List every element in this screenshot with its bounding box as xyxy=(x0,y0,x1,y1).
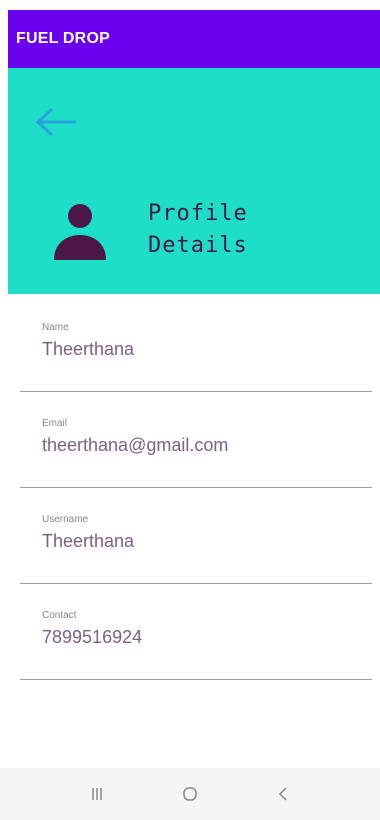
name-label: Name xyxy=(42,322,69,333)
profile-title: Profile Details xyxy=(148,201,248,258)
back-button[interactable] xyxy=(34,102,90,142)
username-label: Username xyxy=(42,514,89,525)
system-back-button[interactable] xyxy=(253,774,313,814)
email-label: Email xyxy=(42,418,68,429)
profile-screen: FUEL DROP Profile Details Name Theerthan… xyxy=(0,0,380,820)
home-button[interactable] xyxy=(160,774,220,814)
home-icon xyxy=(183,787,197,801)
profile-header: Profile Details xyxy=(8,68,380,294)
profile-fields: Name Theerthana Email theerthana@gmail.c… xyxy=(20,296,372,680)
chevron-left-icon xyxy=(279,787,287,801)
person-icon xyxy=(54,204,106,260)
contact-value[interactable]: 7899516924 xyxy=(42,627,372,648)
email-value[interactable]: theerthana@gmail.com xyxy=(42,435,372,456)
username-value[interactable]: Theerthana xyxy=(42,531,372,552)
arrow-left-icon xyxy=(35,107,76,137)
name-field[interactable]: Name Theerthana xyxy=(20,296,372,392)
app-title: FUEL DROP xyxy=(16,30,110,47)
contact-field[interactable]: Contact 7899516924 xyxy=(20,584,372,680)
username-field[interactable]: Username Theerthana xyxy=(20,488,372,584)
contact-label: Contact xyxy=(42,610,77,621)
email-field[interactable]: Email theerthana@gmail.com xyxy=(20,392,372,488)
recents-icon xyxy=(91,788,102,800)
name-value[interactable]: Theerthana xyxy=(42,339,372,360)
system-nav-bar xyxy=(0,768,380,820)
recents-button[interactable] xyxy=(67,774,127,814)
app-bar: FUEL DROP xyxy=(8,10,380,68)
